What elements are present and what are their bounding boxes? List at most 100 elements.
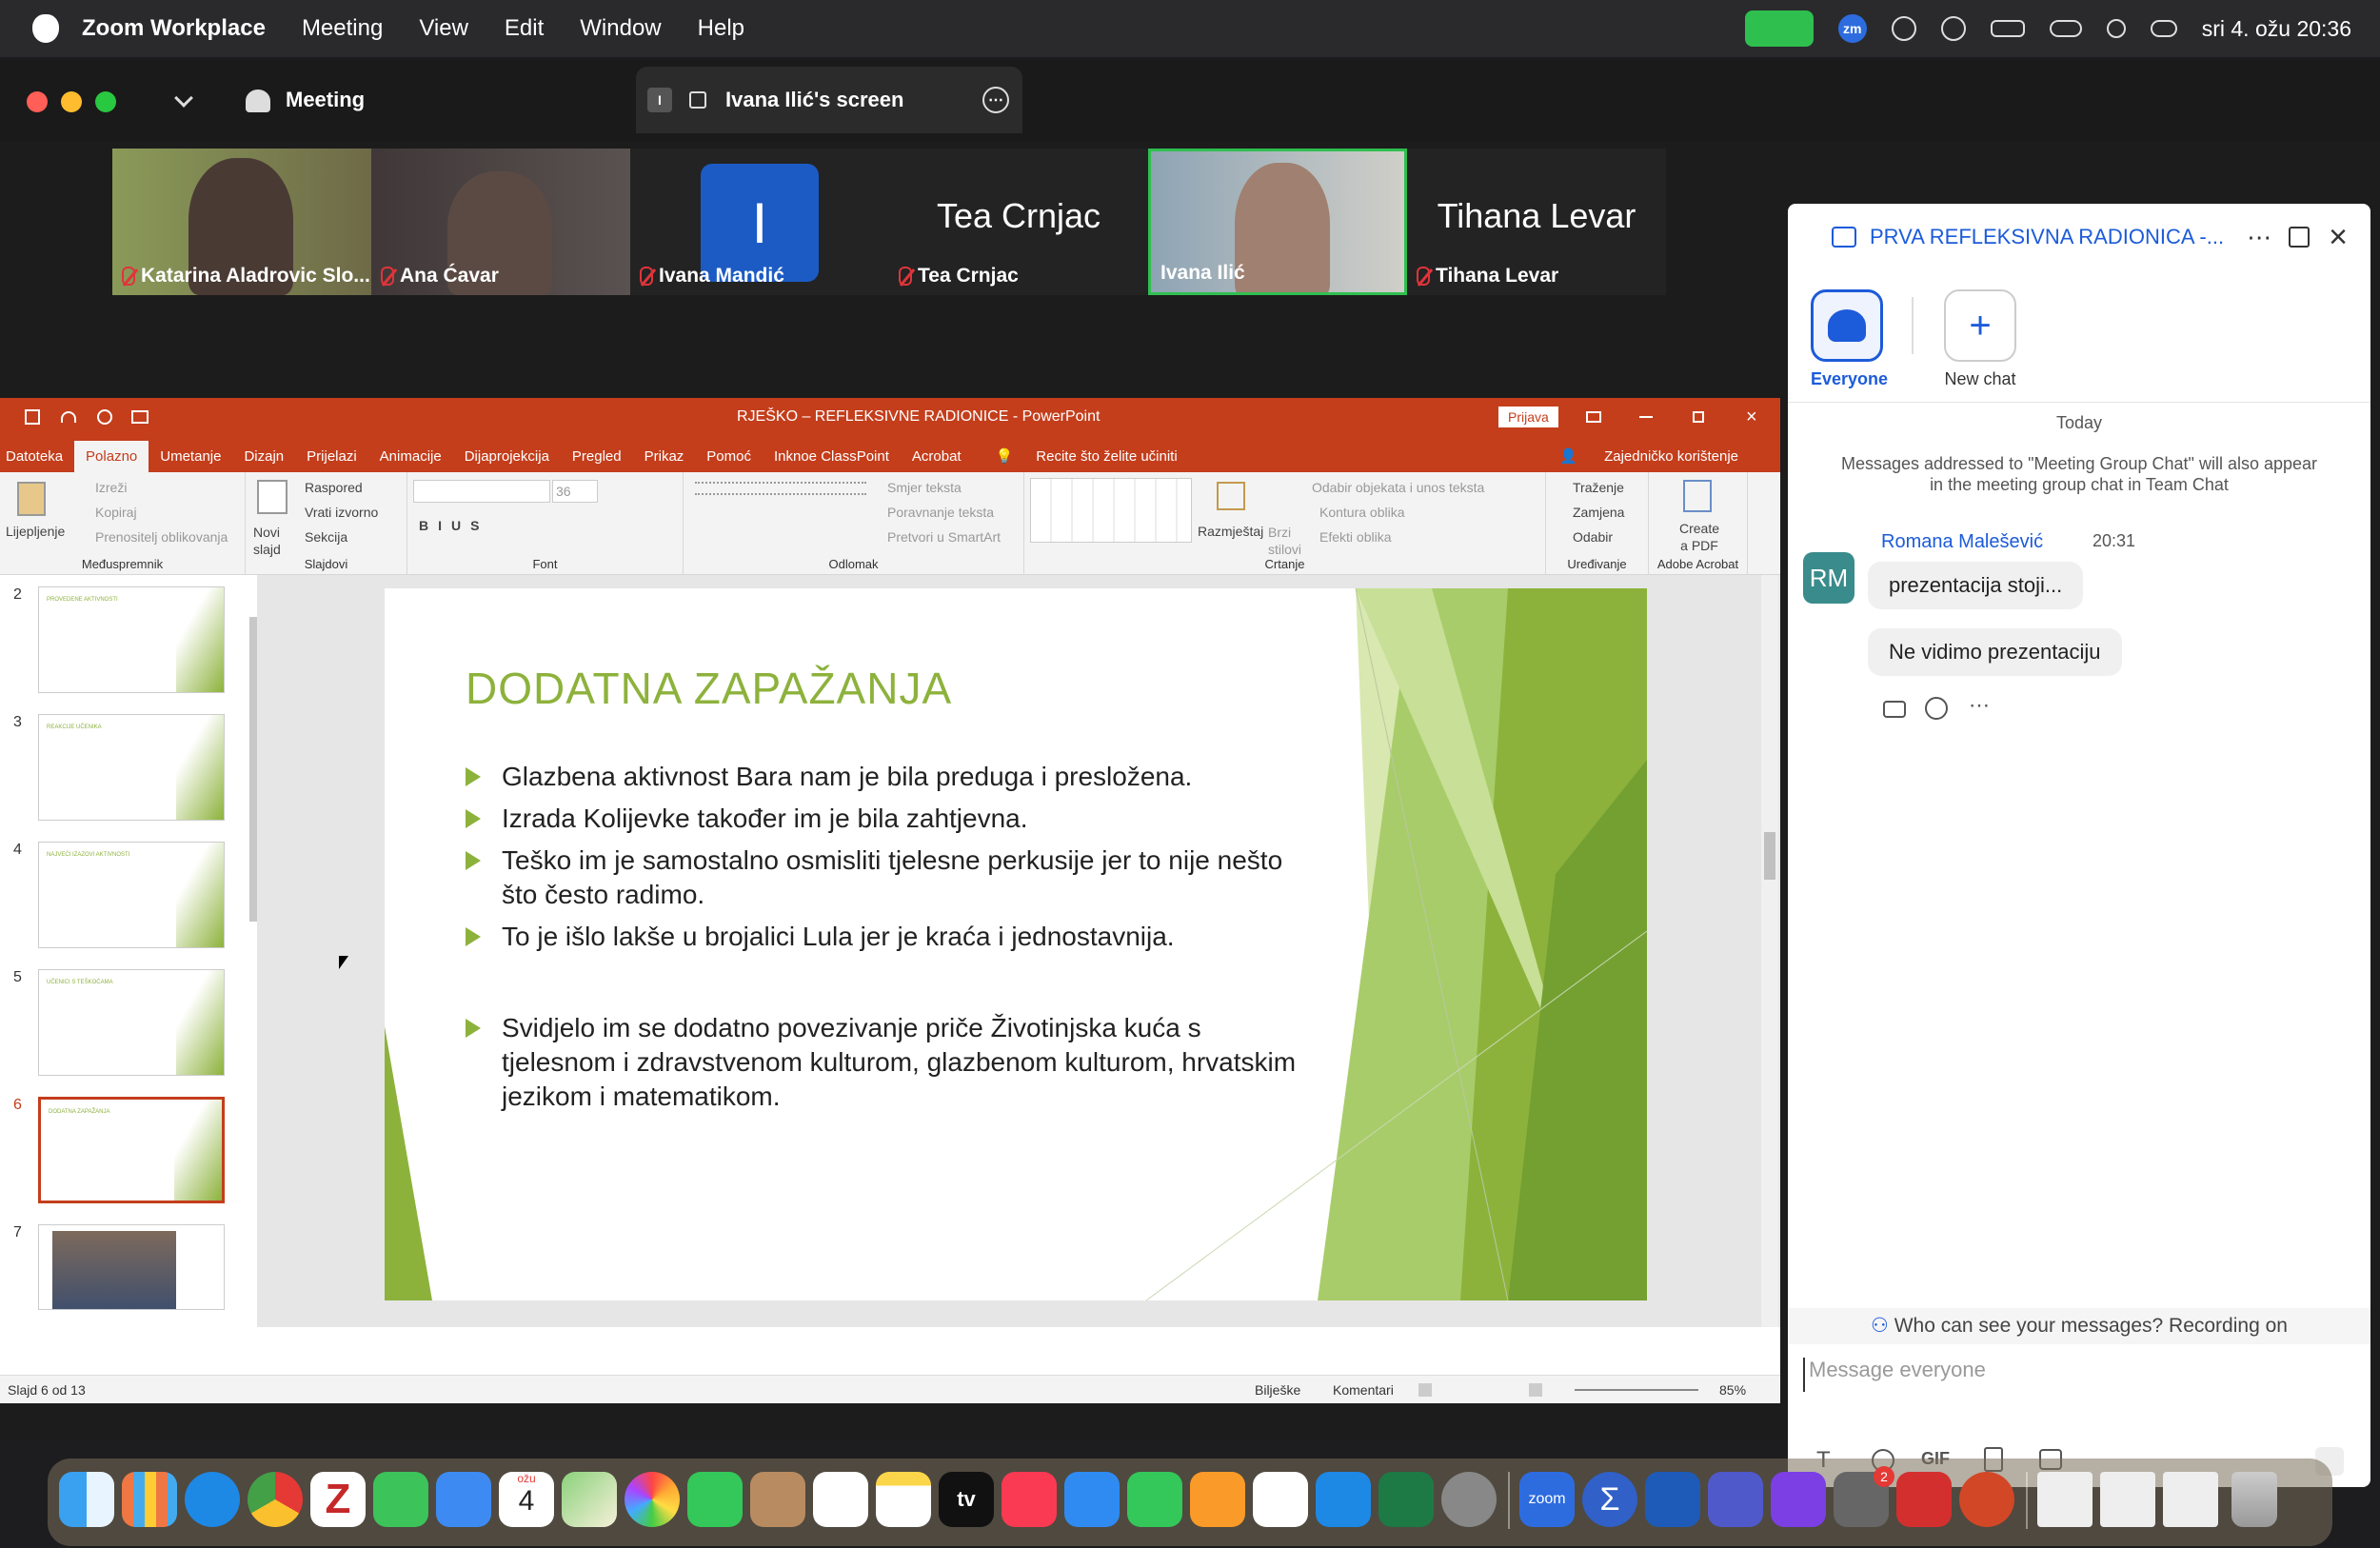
slide-thumbnail[interactable]	[38, 1224, 225, 1310]
maps-icon[interactable]	[562, 1472, 617, 1527]
menu-view[interactable]: View	[419, 15, 468, 42]
select-button[interactable]: Odabir	[1573, 529, 1613, 545]
redo-icon[interactable]	[97, 409, 112, 425]
close-chat-icon[interactable]: ×	[2329, 219, 2348, 256]
menu-help[interactable]: Help	[698, 15, 744, 42]
contacts-icon[interactable]	[750, 1472, 805, 1527]
select-objects-button[interactable]: Odabir objekata i unos teksta	[1312, 480, 1484, 495]
control-center-icon[interactable]	[2150, 20, 2177, 37]
clock[interactable]: sri 4. ožu 20:36	[2202, 16, 2351, 42]
teams-icon[interactable]	[1708, 1472, 1763, 1527]
chat-title[interactable]: PRVA REFLEKSIVNA RADIONICA -...	[1870, 225, 2224, 249]
close-window-button[interactable]	[27, 91, 48, 112]
calendar-icon[interactable]: ožu 4	[499, 1472, 554, 1527]
find-button[interactable]: Traženje	[1573, 480, 1624, 495]
numbers-icon[interactable]	[1127, 1472, 1182, 1527]
tab-file[interactable]: Datoteka	[0, 448, 74, 472]
text-direction-button[interactable]: Smjer teksta	[887, 480, 962, 495]
acrobat-icon[interactable]	[1896, 1472, 1952, 1527]
chrome-icon[interactable]	[248, 1472, 303, 1527]
quick-styles-button[interactable]: Brzi stilovi	[1268, 524, 1306, 558]
menu-edit[interactable]: Edit	[505, 15, 544, 42]
safari-icon[interactable]	[185, 1472, 240, 1527]
system-settings-icon[interactable]	[1441, 1472, 1497, 1527]
tab-classpoint[interactable]: Inknoe ClassPoint	[763, 448, 901, 472]
share-button[interactable]: 👤 Zajedničko korištenje	[1537, 447, 1761, 472]
powerpoint-icon[interactable]	[1959, 1472, 2014, 1527]
notes-button[interactable]: Bilješke	[1255, 1382, 1300, 1398]
apple-icon[interactable]	[32, 14, 59, 43]
shape-effects-button[interactable]: Efekti oblika	[1319, 529, 1391, 545]
zotero-icon[interactable]: Z	[310, 1472, 366, 1527]
keynote-icon[interactable]	[1064, 1472, 1120, 1527]
link-icon[interactable]	[2049, 20, 2082, 37]
chevron-down-icon[interactable]	[174, 89, 193, 108]
view-buttons[interactable]	[1418, 1383, 1542, 1397]
tell-me-search[interactable]: 💡 Recite što želite učiniti	[973, 447, 1200, 472]
more-icon[interactable]: ⋯	[2247, 223, 2271, 252]
tab-acrobat[interactable]: Acrobat	[901, 448, 973, 472]
shapes-gallery[interactable]	[1030, 478, 1192, 543]
battery-icon[interactable]	[1990, 20, 2025, 37]
align-text-button[interactable]: Poravnanje teksta	[887, 505, 994, 520]
format-painter-button[interactable]: Prenositelj oblikovanja	[95, 529, 228, 545]
teams-tray-icon[interactable]	[1891, 16, 1916, 41]
tab-transitions[interactable]: Prijelazi	[295, 448, 368, 472]
copy-button[interactable]: Kopiraj	[95, 505, 137, 520]
freeform-icon[interactable]	[1253, 1472, 1308, 1527]
layout-button[interactable]: Raspored	[305, 480, 363, 495]
reset-button[interactable]: Vrati izvorno	[305, 505, 378, 520]
font-name-select[interactable]	[413, 480, 550, 503]
comments-button[interactable]: Komentari	[1333, 1382, 1394, 1398]
sender-name[interactable]: Romana Malešević	[1881, 531, 2043, 553]
tab-view[interactable]: Prikaz	[633, 448, 696, 472]
tab-home[interactable]: Polazno	[74, 441, 149, 472]
minimize-icon[interactable]	[1639, 416, 1653, 418]
messages-icon[interactable]	[373, 1472, 428, 1527]
participant-tile[interactable]: Tihana Levar Tihana Levar	[1407, 149, 1666, 295]
pop-out-icon[interactable]	[2289, 227, 2311, 248]
minimized-window-icon[interactable]	[2037, 1472, 2092, 1527]
smartart-button[interactable]: Pretvori u SmartArt	[887, 529, 1001, 545]
list-icons[interactable]	[695, 482, 866, 495]
font-format-icons[interactable]: BIUS	[419, 518, 488, 533]
maximize-window-button[interactable]	[95, 91, 116, 112]
create-pdf-icon[interactable]	[1683, 480, 1712, 512]
screen-share-tab[interactable]: I Ivana Ilić's screen ⋯	[636, 67, 1022, 133]
zoom-tray-icon[interactable]: zm	[1837, 14, 1867, 43]
ai-assistant-icon[interactable]	[1771, 1472, 1826, 1527]
more-actions-icon[interactable]: ⋯	[1969, 693, 1990, 718]
participant-tile[interactable]: Ana Ćavar	[371, 149, 630, 295]
new-slide-button[interactable]: Novi slajd	[253, 524, 295, 558]
play-icon[interactable]	[1940, 16, 1966, 41]
section-button[interactable]: Sekcija	[305, 529, 347, 545]
font-size-select[interactable]: 36	[552, 480, 598, 503]
new-chat-button[interactable]: + New chat	[1933, 289, 2028, 389]
create-pdf-button[interactable]: Create a PDF	[1676, 520, 1723, 554]
notes-icon[interactable]	[876, 1472, 931, 1527]
tab-insert[interactable]: Umetanje	[149, 448, 232, 472]
sigma-app-icon[interactable]: Σ	[1582, 1472, 1637, 1527]
reminders-icon[interactable]	[813, 1472, 868, 1527]
app-menu[interactable]: Zoom Workplace	[82, 15, 266, 42]
paste-button[interactable]: Lijepljenje	[6, 524, 65, 539]
arrange-button[interactable]: Razmještaj	[1198, 524, 1263, 539]
music-icon[interactable]	[1002, 1472, 1057, 1527]
sign-in-button[interactable]: Prijava	[1498, 407, 1558, 427]
tab-review[interactable]: Pregled	[561, 448, 633, 472]
photos-icon[interactable]	[625, 1472, 680, 1527]
appletv-icon[interactable]: tv	[939, 1472, 994, 1527]
zoom-slider[interactable]	[1575, 1389, 1698, 1391]
menu-window[interactable]: Window	[580, 15, 661, 42]
new-slide-icon[interactable]	[257, 480, 288, 514]
slide-thumbnail[interactable]: NAJVEĆI IZAZOVI AKTIVNOSTI	[38, 842, 225, 948]
shape-outline-button[interactable]: Kontura oblika	[1319, 505, 1405, 520]
speaker-icon[interactable]	[689, 91, 706, 109]
zoom-video-status-icon[interactable]	[1744, 10, 1814, 47]
zoom-app-icon[interactable]: zoom	[1519, 1472, 1575, 1527]
participant-tile[interactable]: Tea Crnjac Tea Crnjac	[889, 149, 1148, 295]
avatar[interactable]: RM	[1803, 552, 1854, 604]
slide-thumbnail[interactable]: PROVEDENE AKTIVNOSTI	[38, 586, 225, 693]
minimized-window-icon[interactable]	[2163, 1472, 2218, 1527]
mail-icon[interactable]	[436, 1472, 491, 1527]
